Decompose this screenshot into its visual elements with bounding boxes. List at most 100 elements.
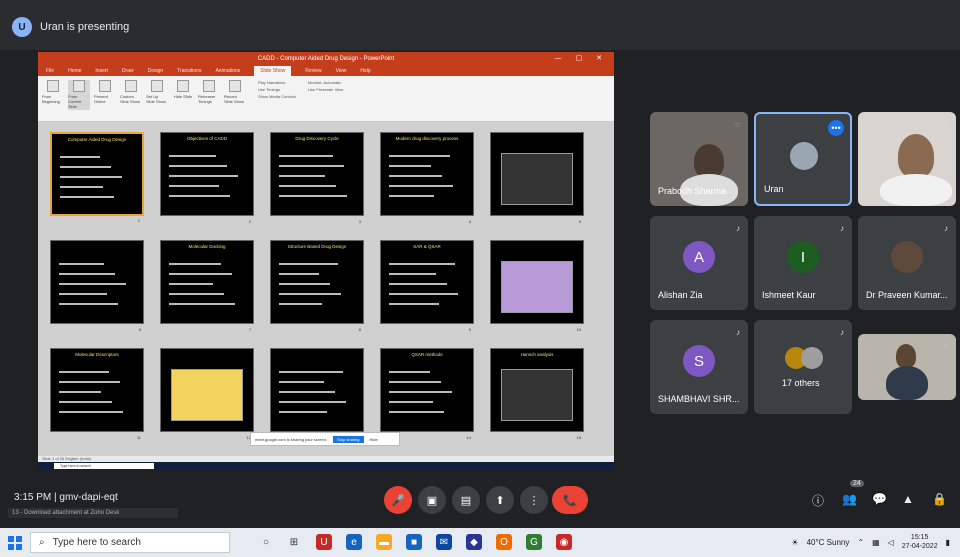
notification-icon[interactable]: ▮	[946, 538, 950, 547]
custom-show-button[interactable]: Custom Slide Show	[120, 80, 142, 110]
tab-review[interactable]: Review	[305, 66, 321, 76]
stop-sharing-button[interactable]: Stop sharing	[333, 435, 364, 443]
slide-image	[501, 369, 573, 421]
people-count-badge: 24	[850, 480, 864, 487]
app-icon[interactable]: ◆	[466, 534, 482, 550]
taskbar-search[interactable]: ⌕ Type here to search	[30, 532, 230, 553]
mic-button[interactable]: 🎤	[384, 486, 412, 514]
info-icon[interactable]: ⓘ	[812, 492, 824, 509]
present-button[interactable]: ⬆	[486, 486, 514, 514]
more-options-button[interactable]: ⋮	[520, 486, 548, 514]
others-avatar	[801, 347, 823, 369]
ppt-window-buttons[interactable]: — ▢ ✕	[555, 54, 608, 62]
camera-button[interactable]: ▣	[418, 486, 446, 514]
play-icon	[47, 80, 59, 92]
slide-thumbnail[interactable]: Objectives of CADD 2	[160, 132, 254, 224]
slide-text-line	[279, 175, 325, 177]
tray-up-icon[interactable]: ⌃	[857, 538, 864, 547]
people-icon[interactable]: 👥	[842, 492, 857, 506]
hide-slide-button[interactable]: Hide Slide	[172, 80, 194, 110]
chat-icon[interactable]: 💬	[872, 492, 887, 506]
mail-icon[interactable]: ✉	[436, 534, 452, 550]
download-bar[interactable]: 13 - Download attachment at Zoho Desk	[8, 508, 178, 518]
slide-thumbnail[interactable]: Hansch analysis 15	[490, 348, 584, 440]
slide-text-line	[59, 411, 123, 413]
slide-thumbnail[interactable]: QSAR methods 14	[380, 348, 474, 440]
end-call-button[interactable]: 📞	[552, 486, 588, 514]
participant-tile[interactable]: ♪ A Alishan Zia	[650, 216, 748, 310]
more-options-icon[interactable]: •••	[828, 120, 844, 136]
tab-slide-show[interactable]: Slide Show	[254, 66, 292, 76]
tab-insert[interactable]: Insert	[95, 66, 108, 76]
chrome-icon[interactable]: G	[526, 534, 542, 550]
volume-icon[interactable]: ◁	[888, 538, 894, 547]
present-online-button[interactable]: Present Online	[94, 80, 116, 110]
captions-button[interactable]: ▤	[452, 486, 480, 514]
tab-help[interactable]: Help	[360, 66, 370, 76]
edge-icon[interactable]: e	[346, 534, 362, 550]
chrome-icon[interactable]: ◉	[556, 534, 572, 550]
slide-thumbnail[interactable]: Modern drug discovery process 4	[380, 132, 474, 224]
slide-text-line	[279, 293, 341, 295]
setup-icon	[151, 80, 163, 92]
tab-animations[interactable]: Animations	[215, 66, 240, 76]
media-controls-check[interactable]: Show Media Controls	[258, 94, 296, 99]
shared-screen: CADD - Computer Aided Drug Design - Powe…	[38, 52, 614, 470]
tab-file[interactable]: File	[46, 66, 54, 76]
slide-text-line	[60, 156, 100, 158]
slide-thumbnail[interactable]: Molecular Docking 7	[160, 240, 254, 332]
slide-thumbnail[interactable]: SAR & QSAR 9	[380, 240, 474, 332]
presenter-view-check[interactable]: Use Presenter View	[308, 87, 343, 92]
slide-title: Drug Discovery Cycle	[295, 136, 339, 141]
slide-thumbnail[interactable]: Drug Discovery Cycle 3	[270, 132, 364, 224]
participant-tile[interactable]: ♪ I Ishmeet Kaur	[754, 216, 852, 310]
monitor-select[interactable]: Monitor: Automatic	[308, 80, 343, 85]
play-narrations-check[interactable]: Play Narrations	[258, 80, 296, 85]
participant-tile[interactable]: ◌ Prabodh Sharma	[650, 112, 748, 206]
slide-thumbnail[interactable]: 5	[490, 132, 584, 224]
host-controls-icon[interactable]: 🔒	[932, 492, 947, 506]
tab-transitions[interactable]: Transitions	[177, 66, 201, 76]
participant-tile[interactable]: ◌	[858, 112, 956, 206]
participant-tile[interactable]: ••• Uran	[754, 112, 852, 206]
slide-thumbnail[interactable]: 6	[50, 240, 144, 332]
slide-thumbnail[interactable]: 10	[490, 240, 584, 332]
app-icon[interactable]: U	[316, 534, 332, 550]
participant-tile[interactable]: ♪ S SHAMBHAVI SHR...	[650, 320, 748, 414]
windows-start-icon[interactable]	[8, 536, 22, 550]
tab-home[interactable]: Home	[68, 66, 81, 76]
tab-design[interactable]: Design	[148, 66, 164, 76]
weather-text[interactable]: 40°C Sunny	[807, 538, 850, 547]
store-icon[interactable]: ■	[406, 534, 422, 550]
activities-icon[interactable]: ▲	[902, 492, 914, 506]
mic-off-icon: ◌	[943, 120, 948, 129]
slide-thumbnail[interactable]: Molecular Descriptors 11	[50, 348, 144, 440]
folder-icon[interactable]: ▬	[376, 534, 392, 550]
slide-text-line	[389, 175, 442, 177]
others-tile[interactable]: ♪ 17 others	[754, 320, 852, 414]
clock[interactable]: 15:15 27-04-2022	[902, 533, 938, 551]
task-view-icon[interactable]: ○	[258, 534, 274, 550]
participant-tile[interactable]: ♪ Dr Praveen Kumar...	[858, 216, 956, 310]
hide-button[interactable]: Hide	[370, 437, 378, 442]
setup-show-button[interactable]: Set Up Slide Show	[146, 80, 168, 110]
record-button[interactable]: Record Slide Show	[224, 80, 246, 110]
slide-thumbnail[interactable]: 13	[270, 348, 364, 440]
widgets-icon[interactable]: ⊞	[286, 534, 302, 550]
slide-text-line	[279, 263, 338, 265]
slide-number: 6	[138, 327, 141, 332]
slide-thumbnail[interactable]: 12	[160, 348, 254, 440]
windows-taskbar: ⌕ Type here to search ○ ⊞ U e ▬ ■ ✉ ◆ O …	[0, 528, 960, 557]
use-timings-check[interactable]: Use Timings	[258, 87, 296, 92]
rehearse-button[interactable]: Rehearse Timings	[198, 80, 220, 110]
tab-view[interactable]: View	[336, 66, 347, 76]
participant-tile[interactable]: ◌	[858, 334, 956, 400]
from-beginning-button[interactable]: From Beginning	[42, 80, 64, 110]
from-current-button[interactable]: From Current Slide	[68, 80, 90, 110]
app-icon[interactable]: O	[496, 534, 512, 550]
tab-draw[interactable]: Draw	[122, 66, 134, 76]
slide-thumbnail[interactable]: Computer Aided Drug Design 1	[50, 132, 144, 223]
network-icon[interactable]: ▦	[872, 538, 880, 547]
slide-number: 3	[358, 219, 361, 224]
slide-thumbnail[interactable]: Structure Based Drug Design 8	[270, 240, 364, 332]
